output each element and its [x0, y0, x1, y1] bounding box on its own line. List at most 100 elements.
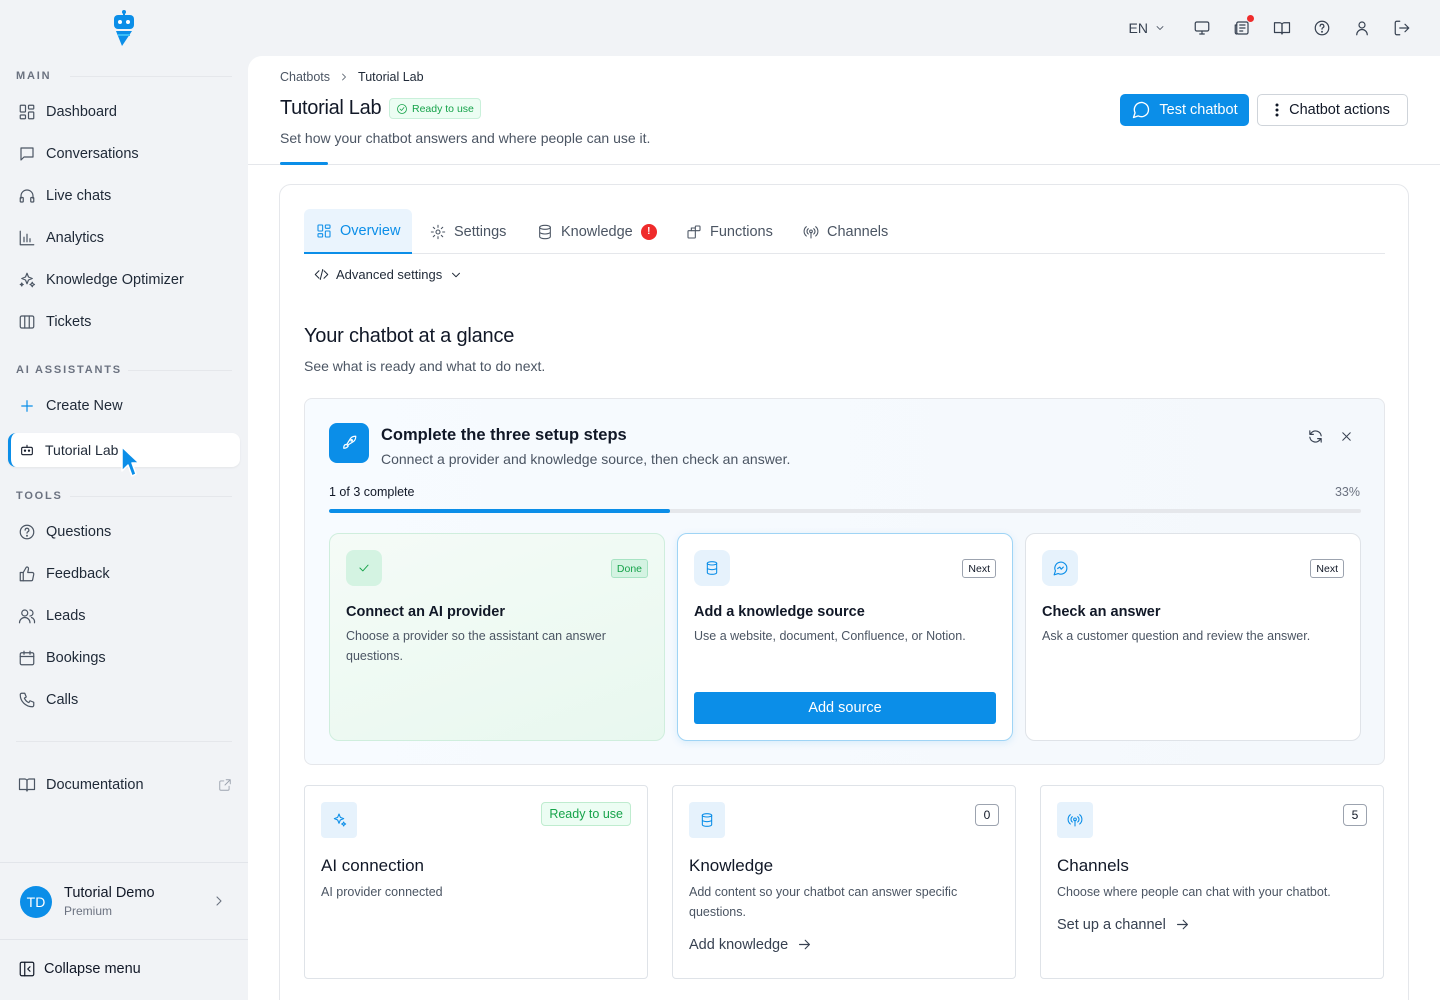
- rocket-icon: [329, 423, 369, 463]
- card-title: AI connection: [321, 856, 425, 875]
- close-button[interactable]: [1339, 429, 1354, 444]
- section-title-ai-assistants: AI ASSISTANTS: [16, 364, 122, 376]
- advanced-settings-label: Advanced settings: [336, 267, 443, 282]
- card-title: Channels: [1057, 856, 1129, 875]
- calendar-icon: [19, 650, 35, 666]
- more-vertical-icon: [1275, 103, 1279, 117]
- add-knowledge-link[interactable]: Add knowledge: [689, 936, 813, 953]
- breadcrumb-root[interactable]: Chatbots: [280, 70, 330, 84]
- database-icon: [689, 802, 725, 838]
- sidebar-item-bookings[interactable]: Bookings: [8, 641, 240, 675]
- setup-subtitle: Connect a provider and knowledge source,…: [381, 451, 791, 467]
- sidebar-item-analytics[interactable]: Analytics: [8, 221, 240, 255]
- divider: [128, 370, 232, 371]
- sidebar-item-label: Feedback: [46, 566, 110, 582]
- tab-overview[interactable]: Overview: [304, 209, 413, 254]
- sidebar-item-label: Analytics: [46, 230, 105, 246]
- sidebar-item-questions[interactable]: Questions: [8, 515, 240, 549]
- sidebar-item-label: Calls: [46, 692, 79, 708]
- set-up-channel-link[interactable]: Set up a channel: [1057, 916, 1191, 933]
- bar-chart-icon: [19, 230, 35, 246]
- sidebar: MAIN Dashboard Conversations Live chats …: [0, 0, 248, 1000]
- chatbot-actions-button[interactable]: Chatbot actions: [1257, 94, 1408, 126]
- chevron-right-icon: [342, 73, 346, 81]
- status-label: Ready to use: [412, 102, 474, 115]
- language-label: EN: [1128, 20, 1148, 36]
- user-icon: [1356, 21, 1368, 36]
- language-selector[interactable]: EN: [1129, 20, 1166, 36]
- columns-icon: [19, 315, 35, 329]
- check-icon: [346, 550, 382, 586]
- chat-icon: [20, 147, 34, 161]
- sidebar-item-label: Tutorial Lab: [45, 442, 119, 458]
- dashboard-icon: [19, 104, 35, 120]
- news-button[interactable]: [1222, 14, 1262, 42]
- sparkles-icon: [321, 802, 357, 838]
- close-icon: [1342, 432, 1351, 441]
- test-chatbot-button[interactable]: Test chatbot: [1120, 94, 1249, 126]
- sidebar-item-tickets[interactable]: Tickets: [8, 305, 240, 339]
- tab-settings[interactable]: Settings: [430, 209, 506, 254]
- tab-channels[interactable]: Channels: [803, 209, 888, 254]
- broadcast-icon: [803, 225, 819, 239]
- sidebar-item-conversations[interactable]: Conversations: [8, 137, 240, 171]
- user-profile[interactable]: TD Tutorial Demo Premium: [0, 862, 248, 940]
- create-new-button[interactable]: Create New: [8, 389, 240, 423]
- chevron-down-icon: [452, 272, 461, 277]
- step-tag-next: Next: [962, 559, 996, 578]
- sidebar-item-label: Dashboard: [46, 104, 117, 120]
- create-new-label: Create New: [46, 398, 123, 414]
- warning-badge: !: [640, 223, 657, 240]
- top-bar: EN: [1129, 14, 1422, 42]
- check-circle-icon: [397, 103, 407, 114]
- bot-icon: [21, 444, 33, 456]
- ai-connection-card: Ready to use AI connection AI provider c…: [304, 785, 648, 979]
- tab-knowledge[interactable]: Knowledge !: [537, 209, 657, 254]
- sidebar-item-feedback[interactable]: Feedback: [8, 557, 240, 591]
- collapse-menu-button[interactable]: Collapse menu: [18, 960, 141, 978]
- breadcrumb: Chatbots Tutorial Lab: [280, 70, 424, 84]
- sidebar-item-label: Conversations: [46, 146, 139, 162]
- chatbot-actions-label: Chatbot actions: [1289, 102, 1390, 118]
- sidebar-item-label: Bookings: [46, 650, 106, 666]
- avatar: TD: [20, 886, 52, 918]
- sidebar-item-live-chats[interactable]: Live chats: [8, 179, 240, 213]
- chat-bubble-icon: [1133, 101, 1150, 119]
- robot-logo-icon[interactable]: [110, 10, 138, 48]
- tab-functions[interactable]: Functions: [686, 209, 773, 254]
- sidebar-item-leads[interactable]: Leads: [8, 599, 240, 633]
- page-title: Tutorial Lab: [280, 97, 382, 119]
- sidebar-item-documentation[interactable]: Documentation: [8, 768, 240, 802]
- advanced-settings-toggle[interactable]: Advanced settings: [314, 267, 463, 282]
- gear-icon: [430, 224, 446, 239]
- step-card-connect-provider[interactable]: Done Connect an AI provider Choose a pro…: [329, 533, 665, 741]
- tab-label: Settings: [454, 223, 507, 240]
- step-card-add-knowledge[interactable]: Next Add a knowledge source Use a websit…: [677, 533, 1013, 741]
- logout-button[interactable]: [1382, 14, 1422, 42]
- divider: [70, 76, 232, 77]
- sidebar-item-calls[interactable]: Calls: [8, 683, 240, 717]
- monitor-icon: [1194, 21, 1210, 35]
- tab-label: Knowledge: [561, 223, 633, 240]
- profile-button[interactable]: [1342, 14, 1382, 42]
- step-card-check-answer[interactable]: Next Check an answer Ask a customer ques…: [1025, 533, 1361, 741]
- monitor-button[interactable]: [1182, 14, 1222, 42]
- sidebar-item-dashboard[interactable]: Dashboard: [8, 95, 240, 129]
- guide-button[interactable]: [1262, 14, 1302, 42]
- help-button[interactable]: [1302, 14, 1342, 42]
- add-source-button[interactable]: Add source: [694, 692, 996, 724]
- chevron-right-icon: [216, 896, 222, 906]
- refresh-button[interactable]: [1307, 428, 1324, 445]
- mouse-cursor-icon: [121, 446, 140, 477]
- sidebar-item-label: Tickets: [46, 314, 92, 330]
- link-label: Add knowledge: [689, 936, 789, 953]
- sidebar-item-knowledge-optimizer[interactable]: Knowledge Optimizer: [8, 263, 240, 297]
- glance-title: Your chatbot at a glance: [304, 325, 515, 347]
- help-icon: [1314, 20, 1330, 36]
- progress-bar: [329, 509, 1361, 513]
- header-divider: [248, 164, 1440, 165]
- channels-card: 5 Channels Choose where people can chat …: [1040, 785, 1384, 979]
- broadcast-icon: [1057, 802, 1093, 838]
- users-icon: [18, 609, 36, 624]
- sidebar-item-label: Knowledge Optimizer: [46, 272, 184, 288]
